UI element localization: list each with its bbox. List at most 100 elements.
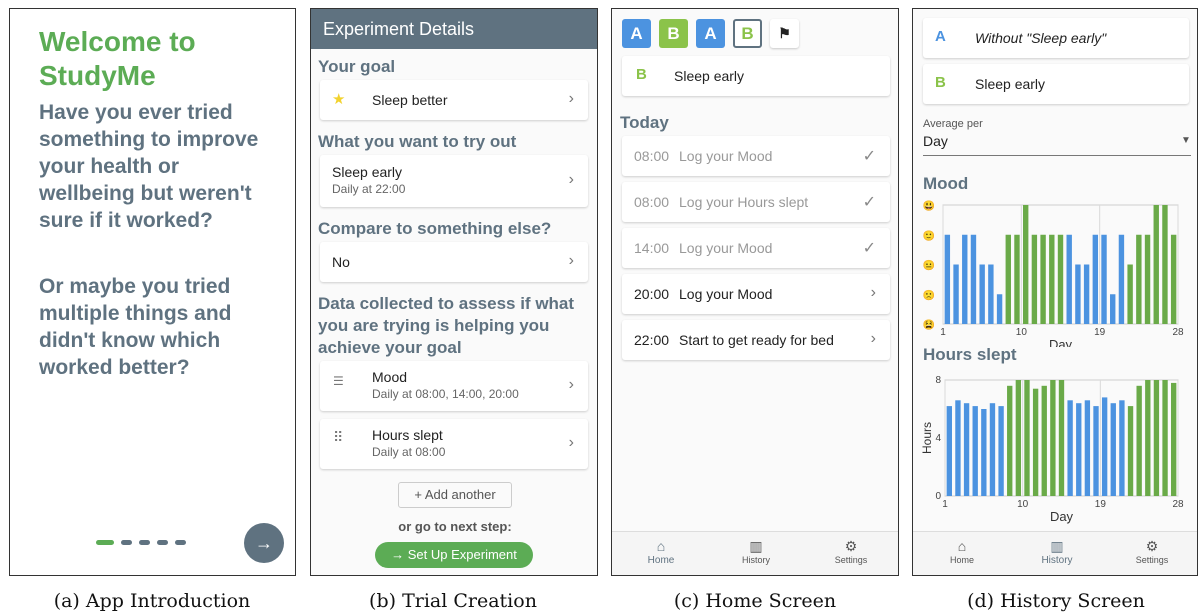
nav-home[interactable]: ⌂ Home (932, 537, 992, 565)
bar (1075, 264, 1081, 324)
app-bar: Experiment Details (311, 9, 597, 49)
hours-chart-title: Hours slept (923, 345, 1017, 364)
bar (1101, 234, 1107, 324)
bar (1101, 397, 1108, 496)
page-dot[interactable] (139, 540, 150, 545)
bar (1153, 380, 1160, 496)
home-icon: ⌂ (656, 538, 666, 554)
intro-paragraph-1: Have you ever tried something to improve… (39, 101, 259, 232)
set-up-experiment-button[interactable]: → Set Up Experiment (375, 542, 533, 568)
intervention-label: Sleep early (975, 76, 1046, 92)
sad-face-icon: 🙁 (923, 289, 935, 301)
trial-creation-screen: Experiment Details Your goal ★ Sleep bet… (310, 8, 598, 576)
bar (1031, 234, 1038, 324)
data-heading: Data collected to assess if what you are… (318, 294, 575, 357)
history-screen: A Without "Sleep early" B Sleep early Av… (912, 8, 1198, 576)
caption-d: (d) History Screen (967, 590, 1145, 612)
caption-c: (c) Home Screen (673, 590, 837, 612)
intervention-card-b[interactable]: B Sleep early (923, 64, 1189, 104)
task-time: 20:00 (634, 286, 670, 302)
task-label: Log your Mood (679, 148, 773, 164)
nav-home[interactable]: ⌂ Home (631, 537, 691, 566)
arrow-right-icon: → (255, 532, 273, 553)
x-tick-label: 1 (940, 327, 946, 338)
compare-card[interactable]: No › (320, 242, 588, 282)
gear-icon: ⚙ (1145, 538, 1159, 554)
x-axis-label: Day (1049, 337, 1073, 347)
intervention-card[interactable]: Sleep early Daily at 22:00 › (320, 155, 588, 207)
measure-card-hours-slept[interactable]: ⠿ Hours slept Daily at 08:00 › (320, 419, 588, 469)
bar (1041, 385, 1047, 496)
bar (946, 406, 952, 496)
dropdown-arrow-icon[interactable]: ▼ (1181, 135, 1191, 146)
add-another-button[interactable]: + Add another (398, 482, 512, 508)
bar (1162, 380, 1168, 496)
bar (1145, 380, 1151, 496)
nav-settings[interactable]: ⚙ Settings (1122, 537, 1182, 565)
task-label: Log your Hours slept (679, 194, 809, 210)
intro-paragraph-2: Or maybe you tried multiple things and d… (39, 275, 232, 379)
app-bar-title: Experiment Details (323, 19, 475, 39)
goal-card[interactable]: ★ Sleep better › (320, 80, 588, 120)
next-button[interactable]: → (244, 523, 284, 563)
task-time: 22:00 (634, 332, 670, 348)
bar (1127, 406, 1134, 496)
current-intervention-card[interactable]: B Sleep early (622, 56, 890, 96)
bar (1022, 205, 1029, 324)
x-tick-label: 1 (942, 499, 948, 510)
page-dot[interactable] (175, 540, 186, 545)
chevron-right-icon: › (568, 90, 574, 107)
next-step-label: or go to next step: (398, 519, 512, 534)
task-item[interactable]: 08:00 Log your Mood ✓ (622, 136, 890, 176)
chevron-right-icon: › (568, 434, 574, 451)
nav-settings[interactable]: ⚙ Settings (821, 537, 881, 565)
task-item[interactable]: 08:00 Log your Hours slept ✓ (622, 182, 890, 222)
phase-badge[interactable]: A (622, 19, 651, 48)
task-label: Log your Mood (679, 286, 773, 302)
home-screen: A B A B ⚑ B Sleep early Today 08:00 Log … (611, 8, 899, 576)
bar (1066, 234, 1072, 324)
goal-label: Sleep better (372, 92, 448, 108)
keypad-icon: ⠿ (333, 429, 343, 445)
bar (1058, 380, 1065, 496)
chevron-right-icon: › (870, 330, 876, 347)
intervention-schedule: Daily at 22:00 (332, 182, 406, 196)
bar (1093, 406, 1099, 496)
task-item[interactable]: 20:00 Log your Mood › (622, 274, 890, 314)
chart-icon: ▥ (749, 538, 763, 554)
nav-history[interactable]: ▥ History (1027, 537, 1087, 566)
flag-icon[interactable]: ⚑ (770, 19, 799, 48)
task-label: Log your Mood (679, 240, 773, 256)
average-per-label: Average per (923, 118, 983, 130)
average-per-select[interactable]: Day (923, 133, 948, 149)
current-phase-badge[interactable]: B (733, 19, 762, 48)
bar (1057, 234, 1064, 324)
chevron-right-icon: › (568, 376, 574, 393)
bar (955, 400, 961, 496)
task-item[interactable]: 14:00 Log your Mood ✓ (622, 228, 890, 268)
bar (953, 264, 959, 324)
bar (1040, 234, 1046, 324)
bar (1015, 380, 1022, 496)
bar (989, 403, 996, 496)
bar (979, 264, 985, 324)
list-icon: ☰ (333, 374, 344, 388)
bar (972, 406, 978, 496)
measure-card-mood[interactable]: ☰ Mood Daily at 08:00, 14:00, 20:00 › (320, 361, 588, 411)
bar (1049, 234, 1055, 324)
phase-badge[interactable]: A (696, 19, 725, 48)
task-item[interactable]: 22:00 Start to get ready for bed › (622, 320, 890, 360)
today-heading: Today (620, 113, 669, 132)
task-time: 08:00 (634, 194, 670, 210)
page-dot[interactable] (157, 540, 168, 545)
intervention-card-a[interactable]: A Without "Sleep early" (923, 18, 1189, 58)
bar (1153, 205, 1159, 324)
page-dot[interactable] (96, 540, 114, 545)
check-icon: ✓ (862, 148, 876, 165)
page-dot[interactable] (121, 540, 132, 545)
bar (1050, 380, 1056, 496)
bar (1110, 294, 1116, 324)
nav-history[interactable]: ▥ History (726, 537, 786, 565)
phase-badge[interactable]: B (659, 19, 688, 48)
neutral-face-icon: 😐 (923, 260, 935, 272)
